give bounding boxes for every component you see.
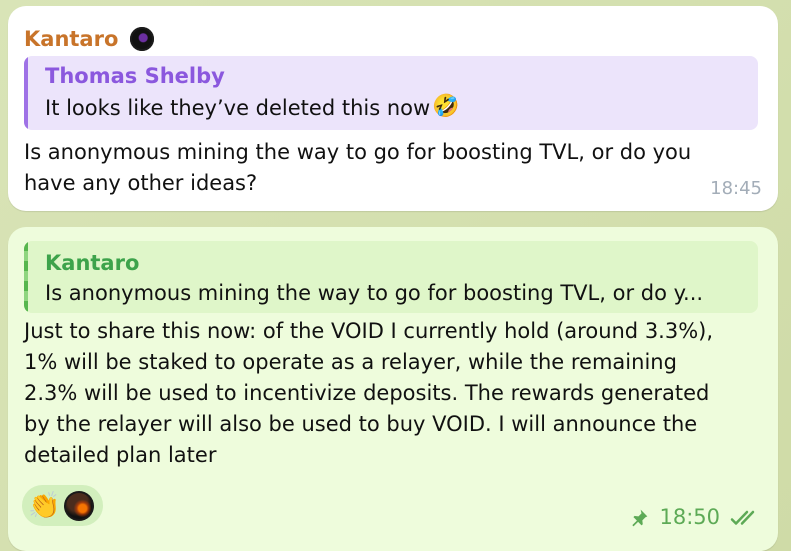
message-time: 18:50 (659, 505, 720, 529)
incoming-message[interactable]: Kantaro Thomas Shelby It looks like they… (8, 6, 778, 211)
message-text: Is anonymous mining the way to go for bo… (24, 137, 754, 199)
reply-quote[interactable]: Thomas Shelby It looks like they’ve dele… (24, 56, 758, 130)
clap-emoji-icon: 👏 (28, 490, 61, 521)
quote-text-content: It looks like they’ve deleted this now (45, 96, 431, 121)
quote-text: It looks like they’ve deleted this now🤣 (45, 94, 460, 122)
message-meta: 18:50 (629, 507, 762, 528)
message-line: 2.3% will be used to incentivize deposit… (24, 381, 710, 405)
message-line: Is anonymous mining the way to go for bo… (24, 140, 692, 164)
reaction-avatar (64, 490, 95, 521)
message-line: 1% will be staked to operate as a relaye… (24, 350, 677, 374)
reaction-pill[interactable]: 👏 (22, 485, 103, 526)
message-line: have any other ideas? (24, 171, 258, 195)
message-text: Just to share this now: of the VOID I cu… (24, 316, 764, 471)
quote-text: Is anonymous mining the way to go for bo… (45, 281, 704, 305)
sender-name[interactable]: Kantaro (24, 28, 118, 50)
outgoing-message[interactable]: Kantaro Is anonymous mining the way to g… (8, 227, 778, 551)
sender-row: Kantaro (24, 27, 155, 51)
message-line: by the relayer will also be used to buy … (24, 412, 698, 436)
quote-author: Thomas Shelby (45, 64, 225, 88)
message-time: 18:45 (710, 178, 762, 199)
message-line: Just to share this now: of the VOID I cu… (24, 319, 714, 343)
pin-icon (629, 508, 649, 528)
double-check-icon (730, 508, 762, 528)
sender-avatar[interactable] (130, 27, 155, 51)
message-line: detailed plan later (24, 443, 217, 467)
quote-author: Kantaro (45, 251, 140, 275)
reply-quote[interactable]: Kantaro Is anonymous mining the way to g… (24, 241, 758, 313)
laughing-emoji-icon: 🤣 (432, 94, 460, 119)
